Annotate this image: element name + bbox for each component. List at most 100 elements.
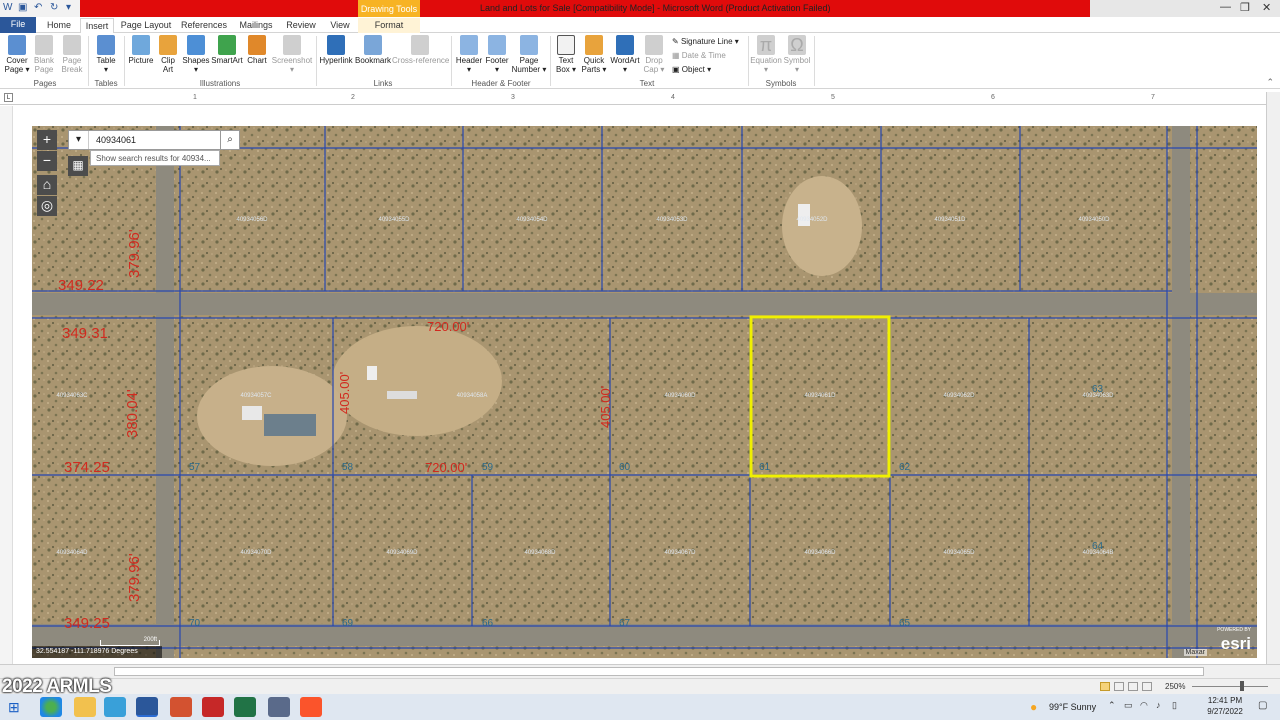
text-box-button[interactable]: Text Box ▾: [553, 35, 579, 74]
full-screen-view-icon[interactable]: [1114, 682, 1124, 691]
tab-selector-icon[interactable]: L: [4, 93, 13, 102]
table-icon: [97, 35, 115, 55]
tab-file[interactable]: File: [0, 17, 36, 33]
wifi-icon[interactable]: ◠: [1140, 700, 1148, 711]
customize-qat-icon[interactable]: ▾: [66, 2, 71, 13]
lot-number: 64: [1092, 541, 1104, 552]
equation-button[interactable]: π Equation ▾: [750, 35, 782, 74]
group-separator: [748, 36, 749, 86]
tab-references[interactable]: References: [180, 18, 228, 33]
ruler-number: 7: [1151, 94, 1155, 101]
quick-parts-button[interactable]: Quick Parts ▾: [580, 35, 608, 74]
search-icon[interactable]: ⌕: [220, 130, 240, 150]
tab-view[interactable]: View: [326, 18, 354, 33]
notifications-icon[interactable]: ▢: [1258, 700, 1267, 711]
screenshot-button[interactable]: Screenshot ▾: [271, 35, 313, 74]
bookmark-icon: [364, 35, 382, 55]
picture-icon: [132, 35, 150, 55]
search-suggestion[interactable]: Show search results for 40934...: [90, 150, 220, 166]
quicken-icon[interactable]: [202, 697, 224, 717]
cover-page-button[interactable]: Cover Page ▾: [4, 35, 30, 74]
bookmark-button[interactable]: Bookmark: [355, 35, 391, 65]
lot-number: 57: [189, 462, 201, 473]
header-button[interactable]: Header ▾: [455, 35, 483, 74]
weather-text[interactable]: 99°F Sunny: [1049, 702, 1096, 712]
outline-view-icon[interactable]: [1142, 682, 1152, 691]
wordart-icon: [616, 35, 634, 55]
parcel-map-image[interactable]: 40934056D 40934055D 40934054D 40934053D …: [32, 126, 1257, 658]
map-search-box[interactable]: ▾ 40934061 ×: [68, 130, 240, 150]
tab-page-layout[interactable]: Page Layout: [120, 18, 172, 33]
picture-button[interactable]: Picture: [128, 35, 154, 65]
remote-desktop-icon[interactable]: [268, 697, 290, 717]
dimension-label: 349.22: [58, 277, 104, 294]
footer-button[interactable]: Footer ▾: [483, 35, 511, 74]
zoom-slider-thumb[interactable]: [1240, 681, 1244, 691]
battery-icon[interactable]: ▯: [1172, 700, 1177, 711]
lot-number: 59: [482, 462, 494, 473]
object-button[interactable]: ▣ Object ▾: [672, 65, 711, 74]
collapse-ribbon-icon[interactable]: ⌃: [1266, 77, 1274, 88]
volume-icon[interactable]: ♪: [1156, 700, 1161, 710]
dimension-label: 349.31: [62, 325, 108, 342]
minimize-icon[interactable]: —: [1220, 1, 1231, 13]
network-icon[interactable]: ▭: [1124, 700, 1133, 711]
tab-review[interactable]: Review: [284, 18, 318, 33]
symbol-button[interactable]: Ω Symbol ▾: [783, 35, 811, 74]
drop-cap-button[interactable]: Drop Cap ▾: [642, 35, 666, 74]
wordart-button[interactable]: WordArt ▾: [608, 35, 642, 74]
horizontal-scrollbar[interactable]: [0, 664, 1280, 678]
tab-mailings[interactable]: Mailings: [236, 18, 276, 33]
locate-icon[interactable]: ◎: [37, 196, 57, 216]
clock[interactable]: 12:41 PM 9/27/2022: [1200, 695, 1250, 717]
scroll-thumb[interactable]: [114, 667, 1204, 676]
chrome-icon[interactable]: [40, 697, 62, 717]
tab-home[interactable]: Home: [42, 18, 76, 33]
page-number-button[interactable]: Page Number ▾: [511, 35, 547, 74]
smartart-button[interactable]: SmartArt: [211, 35, 243, 65]
web-layout-view-icon[interactable]: [1128, 682, 1138, 691]
tray-expand-icon[interactable]: ⌃: [1108, 700, 1116, 711]
clip-art-button[interactable]: Clip Art: [157, 35, 179, 74]
maximize-icon[interactable]: ❐: [1240, 1, 1250, 14]
save-icon[interactable]: ▣: [18, 2, 27, 13]
print-layout-view-icon[interactable]: [1100, 682, 1110, 691]
cross-reference-button[interactable]: Cross-reference: [392, 35, 449, 65]
word-icon[interactable]: [136, 697, 158, 717]
ruler-number: 1: [193, 94, 197, 101]
tab-format[interactable]: Format: [358, 18, 420, 33]
search-source-dropdown-icon[interactable]: ▾: [69, 131, 89, 149]
chart-button[interactable]: Chart: [244, 35, 270, 65]
group-symbols: Symbols: [765, 79, 797, 88]
excel-icon[interactable]: [234, 697, 256, 717]
zoom-slider[interactable]: [1192, 686, 1268, 687]
home-icon[interactable]: ⌂: [37, 175, 57, 195]
parcel-label: 40934065D: [943, 550, 975, 556]
date-time-button[interactable]: ▦ Date & Time: [672, 51, 726, 60]
group-separator: [88, 36, 89, 86]
undo-icon[interactable]: ↶: [34, 2, 42, 13]
page-break-button[interactable]: Page Break: [60, 35, 84, 74]
brave-icon[interactable]: [300, 697, 322, 717]
zoom-in-button[interactable]: +: [37, 130, 57, 150]
close-icon[interactable]: ✕: [1262, 1, 1271, 14]
signature-line-button[interactable]: ✎ Signature Line ▾: [672, 37, 739, 46]
file-explorer-icon[interactable]: [74, 697, 96, 717]
hyperlink-button[interactable]: Hyperlink: [319, 35, 353, 65]
powerpoint-icon[interactable]: [170, 697, 192, 717]
tab-insert[interactable]: Insert: [80, 18, 114, 33]
redo-icon[interactable]: ↻: [50, 2, 58, 13]
zoom-level[interactable]: 250%: [1165, 682, 1185, 691]
quick-access-toolbar: W ▣ ↶ ↻ ▾: [0, 0, 80, 18]
vertical-scrollbar[interactable]: [1266, 92, 1280, 664]
zoom-out-button[interactable]: −: [37, 151, 57, 171]
shapes-button[interactable]: Shapes ▾: [182, 35, 210, 74]
app-icon[interactable]: [104, 697, 126, 717]
blank-page-button[interactable]: Blank Page: [32, 35, 56, 74]
map-zoom-controls: + − ⌂ ◎: [37, 130, 57, 217]
windows-start-icon[interactable]: ⊞: [8, 699, 20, 716]
search-input[interactable]: 40934061: [96, 135, 136, 145]
basemap-gallery-icon[interactable]: ▦: [68, 156, 88, 176]
table-button[interactable]: Table ▾: [94, 35, 118, 74]
group-separator: [316, 36, 317, 86]
